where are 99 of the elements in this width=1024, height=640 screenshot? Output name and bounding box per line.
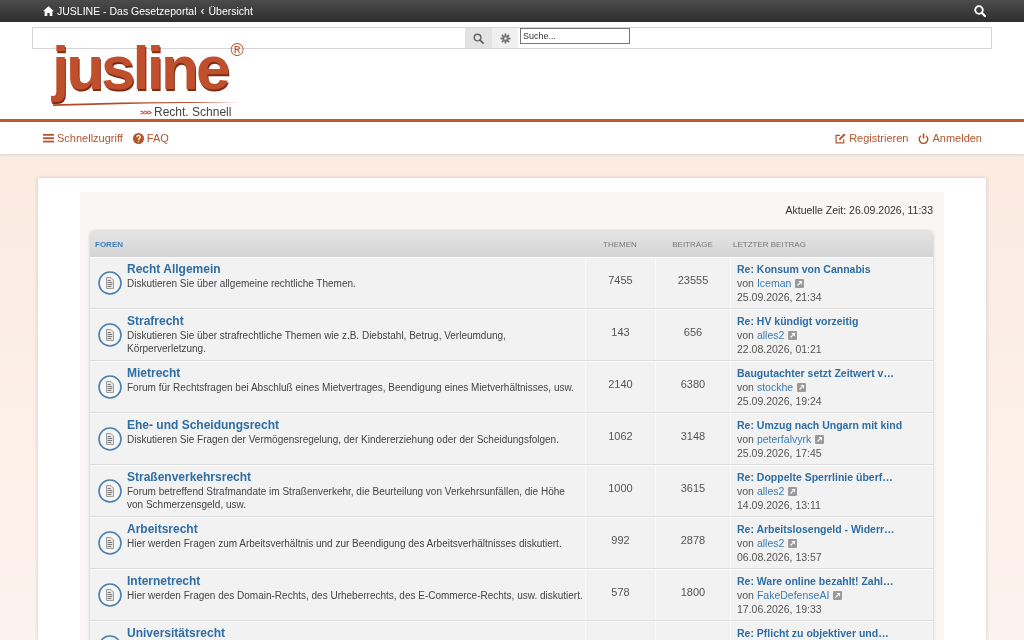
document-icon <box>98 427 122 451</box>
arrow-square-icon[interactable] <box>788 538 798 548</box>
forum-title-link[interactable]: Universitätsrecht <box>127 626 226 640</box>
last-post-link[interactable]: Re: Arbeitslosengeld - Widerr… <box>737 522 895 536</box>
by-label: von <box>737 588 754 602</box>
forum-description: Hier werden Fragen zum Arbeitsverhältnis und zur Beendigung des Arbeitsverhältnisses diskutiert. <box>127 537 562 550</box>
topic-count: 992 <box>611 534 630 546</box>
document-icon <box>98 323 122 347</box>
document-icon <box>98 375 122 399</box>
author-link[interactable]: alles2 <box>756 536 785 550</box>
topic-count: 7455 <box>608 274 633 286</box>
post-date: 14.09.2026, 13:11 <box>737 498 821 512</box>
author-link[interactable]: FakeDefenseAI <box>756 588 830 602</box>
document-icon <box>98 271 122 295</box>
by-label: von <box>737 536 754 550</box>
breadcrumb-separator: ‹ <box>200 5 205 17</box>
arrow-square-icon[interactable] <box>788 486 798 496</box>
register-link[interactable]: Registrieren <box>835 132 909 144</box>
by-label: von <box>737 276 754 290</box>
login-link[interactable]: Anmelden <box>918 132 982 144</box>
last-post-link[interactable]: Re: Ware online bezahlt! Zahl… <box>737 574 894 588</box>
menu-icon <box>43 133 54 143</box>
last-post-link[interactable]: Re: HV kündigt vorzeitig <box>737 314 859 328</box>
power-icon <box>918 132 930 144</box>
breadcrumb-link[interactable]: Übersicht <box>208 5 253 17</box>
post-count: 3615 <box>680 482 706 494</box>
author-link[interactable]: stockhe <box>756 380 794 394</box>
forum-description: Hier werden Fragen des Domain-Rechts, des Urheberrechts, des E-Commerce-Rechts, usw. diskutiert. <box>127 589 583 602</box>
post-date: 17.06.2026, 19:33 <box>737 602 822 616</box>
logo-tagline: Recht. Schnell <box>154 106 232 119</box>
gear-icon <box>499 32 511 44</box>
forum-title-link[interactable]: Arbeitsrecht <box>127 522 198 537</box>
last-post-link[interactable]: Re: Umzug nach Ungarn mit kind <box>737 418 903 432</box>
post-count: 3148 <box>680 430 706 442</box>
forum-description: Forum betreffend Strafmandate im Straßenverkehr, die Beurteilung von Verkehrsunfällen, die Höhe von Schmerzensgeld, usw. <box>127 485 566 511</box>
logo-wordmark: jusline <box>52 35 228 101</box>
edit-icon <box>835 132 847 144</box>
column-header: BEITRÄGE <box>671 239 714 249</box>
topic-count: 578 <box>611 586 630 598</box>
arrow-square-icon[interactable] <box>788 330 798 340</box>
topic-count: 1000 <box>608 482 633 494</box>
forum-title-link[interactable]: Mietrecht <box>127 366 181 381</box>
breadcrumb-link[interactable]: JUSLINE - Das Gesetzeportal <box>43 5 197 17</box>
forum-title-link[interactable]: Straßenverkehrsrecht <box>127 470 252 485</box>
column-header: LETZTER BEITRAG <box>732 239 807 249</box>
post-count: 1800 <box>680 586 706 598</box>
topic-count: 2140 <box>608 378 633 390</box>
question-circle-icon <box>132 132 144 144</box>
post-date: 22.08.2026, 01:21 <box>737 342 822 356</box>
last-post-link[interactable]: Re: Doppelte Sperrlinie überf… <box>737 470 893 484</box>
forum-description: Diskutieren Sie Fragen der Vermögensregelung, der Kindererziehung oder der Scheidungsfolgen. <box>127 433 559 446</box>
search-icon <box>473 32 484 44</box>
topic-count: 1062 <box>608 430 633 442</box>
last-post-link[interactable]: Re: Pflicht zu objektiver und… <box>737 626 889 640</box>
arrow-square-icon[interactable] <box>795 278 805 288</box>
forum-description: Forum für Rechtsfragen bei Abschluß eines Mietvertrages, Beendigung eines Mietverhältnisses, usw. <box>127 381 574 394</box>
column-header: FOREN <box>94 239 124 249</box>
by-label: von <box>737 380 754 394</box>
quick-access-link[interactable]: Schnellzugriff <box>43 132 123 144</box>
arrow-square-icon[interactable] <box>797 382 807 392</box>
current-time: Aktuelle Zeit: 26.09.2026, 11:33 <box>785 204 933 217</box>
by-label: von <box>737 484 754 498</box>
post-count: 656 <box>683 326 703 338</box>
logo-tagline-arrows: >>> <box>140 106 151 119</box>
forum-title-link[interactable]: Ehe- und Scheidungsrecht <box>127 418 279 433</box>
registered-mark: ® <box>230 41 244 59</box>
document-icon <box>98 531 122 555</box>
document-icon <box>98 479 122 503</box>
post-count: 2878 <box>680 534 706 546</box>
search-button[interactable] <box>465 28 492 48</box>
forum-title-link[interactable]: Internetrecht <box>127 574 201 589</box>
author-link[interactable]: peterfalvyrk <box>756 432 812 446</box>
search-field[interactable]: Suche... <box>520 28 630 44</box>
forum-title-link[interactable]: Strafrecht <box>127 314 184 329</box>
last-post-link[interactable]: Re: Konsum von Cannabis <box>737 262 871 276</box>
home-icon <box>43 6 54 16</box>
post-date: 25.09.2026, 17:45 <box>737 446 822 460</box>
post-count: 23555 <box>677 274 709 286</box>
forum-description: Diskutieren Sie über strafrechtliche Themen wie z.B. Diebstahl, Betrug, Verleumdung, Körperverletzung. <box>127 329 507 355</box>
forum-description: Diskutieren Sie über allgemeine rechtliche Themen. <box>127 277 356 290</box>
arrow-square-icon[interactable] <box>815 434 825 444</box>
by-label: von <box>737 432 754 446</box>
post-date: 25.09.2026, 19:24 <box>737 394 822 408</box>
advanced-search-button[interactable] <box>492 28 518 48</box>
post-date: 06.08.2026, 13:57 <box>737 550 822 564</box>
forum-title-link[interactable]: Recht Allgemein <box>127 262 221 277</box>
document-icon <box>98 583 122 607</box>
post-date: 25.09.2026, 21:34 <box>737 290 822 304</box>
arrow-square-icon[interactable] <box>833 590 843 600</box>
author-link[interactable]: alles2 <box>756 328 785 342</box>
author-link[interactable]: Iceman <box>756 276 792 290</box>
search-icon[interactable] <box>974 5 986 17</box>
post-count: 6380 <box>680 378 706 390</box>
by-label: von <box>737 328 754 342</box>
author-link[interactable]: alles2 <box>756 484 785 498</box>
last-post-link[interactable]: Baugutachter setzt Zeitwert v… <box>737 366 894 380</box>
faq-link[interactable]: FAQ <box>132 132 169 144</box>
column-header: THEMEN <box>602 239 638 249</box>
topic-count: 143 <box>611 326 630 338</box>
